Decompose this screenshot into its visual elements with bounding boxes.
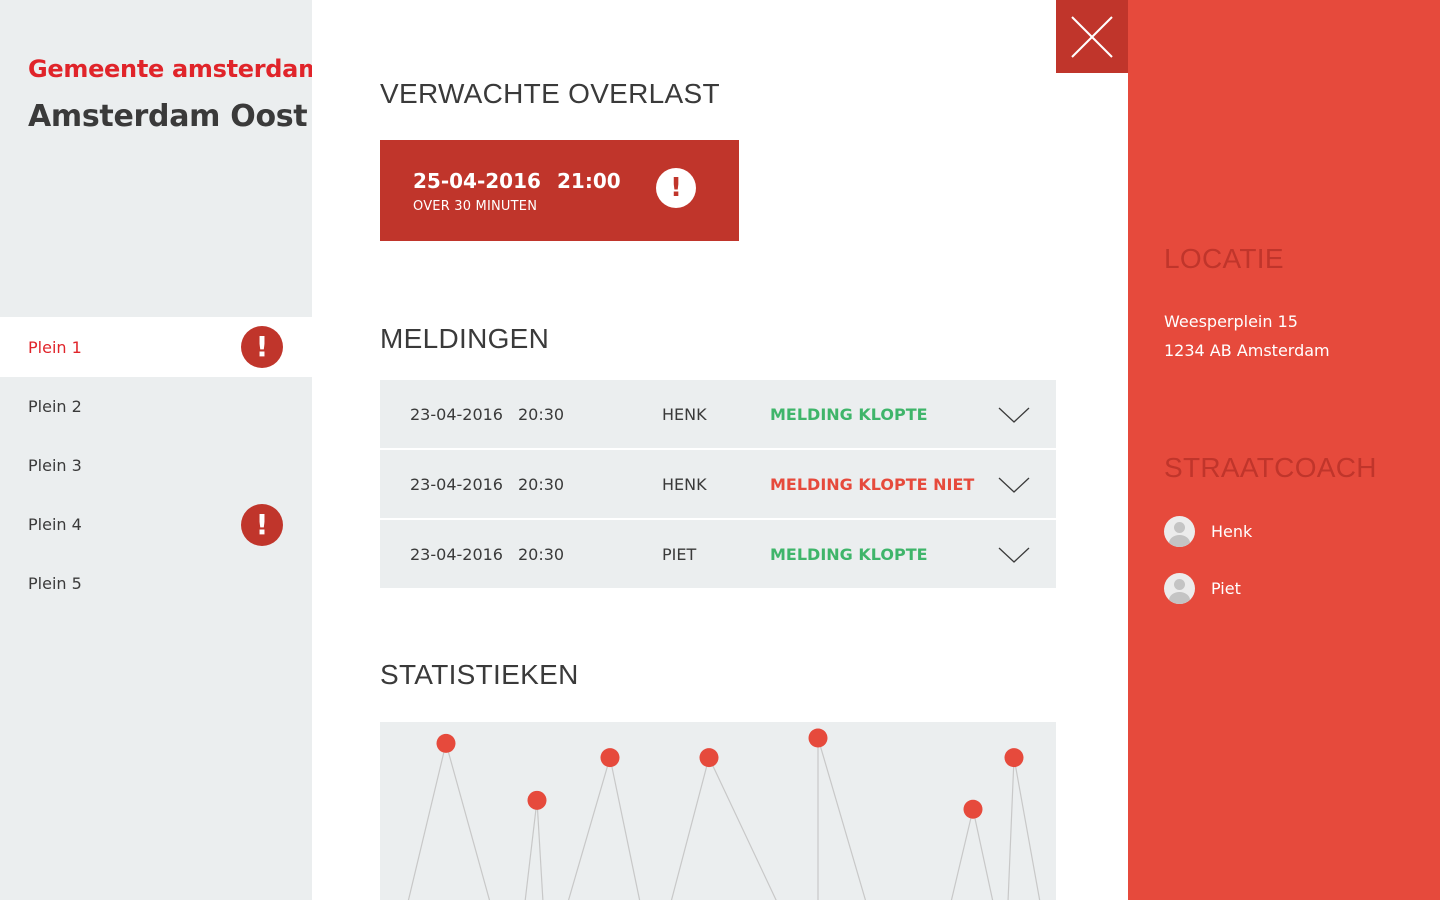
melding-name: HENK	[662, 405, 707, 424]
alert-icon: !	[656, 168, 696, 208]
melding-row[interactable]: 23-04-2016 20:30 HENK MELDING KLOPTE NIE…	[380, 450, 1056, 518]
nav-item-label: Plein 5	[28, 574, 82, 593]
chevron-down-icon[interactable]	[998, 546, 1030, 564]
melding-name: HENK	[662, 475, 707, 494]
chevron-down-icon[interactable]	[998, 476, 1030, 494]
melding-row[interactable]: 23-04-2016 20:30 HENK MELDING KLOPTE	[380, 380, 1056, 448]
overlast-alert-card: 25-04-2016 21:00 OVER 30 MINUTEN !	[380, 140, 739, 241]
melding-status: MELDING KLOPTE	[770, 545, 928, 564]
melding-time: 20:30	[518, 545, 565, 564]
coach-name: Henk	[1211, 521, 1253, 541]
statistieken-title: STATISTIEKEN	[380, 659, 579, 690]
nav-item-label: Plein 3	[28, 456, 82, 475]
coach-item[interactable]: Henk	[1164, 515, 1252, 547]
chart-point	[699, 748, 719, 768]
chevron-down-icon[interactable]	[998, 406, 1030, 424]
plein-nav: Plein 1 ! Plein 2 Plein 3 Plein 4 ! Plei…	[0, 317, 312, 613]
org-name: Gemeente amsterdam	[28, 55, 323, 83]
melding-row[interactable]: 23-04-2016 20:30 PIET MELDING KLOPTE	[380, 520, 1056, 588]
chart-line	[524, 800, 538, 900]
chart-point	[808, 728, 828, 748]
nav-item-label: Plein 1	[28, 337, 82, 357]
statistieken-chart	[380, 722, 1056, 900]
alert-icon: !	[241, 503, 283, 546]
chart-line	[817, 737, 867, 900]
close-button[interactable]	[1056, 0, 1128, 73]
melding-status: MELDING KLOPTE	[770, 405, 928, 424]
chart-line	[567, 757, 611, 900]
overlast-date: 25-04-2016	[413, 169, 541, 193]
chart-point	[527, 790, 547, 810]
nav-item-plein-5[interactable]: Plein 5	[0, 554, 312, 613]
chart-point	[600, 748, 620, 768]
melding-status: MELDING KLOPTE NIET	[770, 475, 975, 494]
melding-date: 23-04-2016	[410, 475, 503, 494]
sidebar: Gemeente amsterdam Amsterdam Oost Plein …	[0, 0, 323, 900]
overlast-title: VERWACHTE OVERLAST	[380, 78, 720, 109]
overlast-time: 21:00	[557, 169, 621, 193]
coach-name: Piet	[1211, 578, 1241, 598]
melding-time: 20:30	[518, 475, 565, 494]
meldingen-title: MELDINGEN	[380, 323, 550, 354]
chart-line	[609, 757, 641, 900]
chart-line	[536, 800, 544, 900]
straatcoach-title: STRAATCOACH	[1164, 452, 1377, 483]
address-line-1: Weesperplein 15	[1164, 312, 1298, 331]
meldingen-list: 23-04-2016 20:30 HENK MELDING KLOPTE 23-…	[380, 380, 1056, 590]
close-icon	[1071, 16, 1113, 58]
coach-item[interactable]: Piet	[1164, 572, 1241, 604]
alert-icon: !	[241, 326, 283, 368]
chart-point	[436, 733, 456, 753]
melding-time: 20:30	[518, 405, 565, 424]
chart-line	[407, 743, 447, 900]
user-avatar-icon	[1164, 515, 1195, 547]
melding-name: PIET	[662, 545, 697, 564]
chart-line	[708, 757, 777, 900]
chart-line	[670, 757, 710, 900]
chart-line	[972, 809, 994, 900]
overlast-subtitle: OVER 30 MINUTEN	[413, 199, 538, 214]
address-line-2: 1234 AB Amsterdam	[1164, 341, 1330, 360]
chart-line	[1013, 757, 1041, 900]
nav-item-plein-1[interactable]: Plein 1 !	[0, 317, 312, 377]
nav-item-label: Plein 2	[28, 397, 82, 416]
user-avatar-icon	[1164, 572, 1195, 604]
chart-line	[1007, 757, 1015, 900]
chart-svg	[407, 728, 1041, 900]
nav-item-plein-2[interactable]: Plein 2	[0, 377, 312, 436]
chart-point	[963, 799, 983, 819]
main-content: VERWACHTE OVERLAST 25-04-2016 21:00 OVER…	[312, 0, 1128, 900]
nav-item-plein-3[interactable]: Plein 3	[0, 436, 312, 495]
district-title: Amsterdam Oost	[28, 99, 308, 134]
melding-date: 23-04-2016	[410, 405, 503, 424]
detail-panel: LOCATIE Weesperplein 15 1234 AB Amsterda…	[1128, 0, 1440, 900]
locatie-title: LOCATIE	[1164, 243, 1284, 274]
chart-line	[950, 809, 974, 900]
chart-line	[445, 743, 491, 900]
melding-date: 23-04-2016	[410, 545, 503, 564]
nav-item-label: Plein 4	[28, 515, 82, 534]
chart-point	[1004, 748, 1024, 768]
nav-item-plein-4[interactable]: Plein 4 !	[0, 495, 312, 554]
